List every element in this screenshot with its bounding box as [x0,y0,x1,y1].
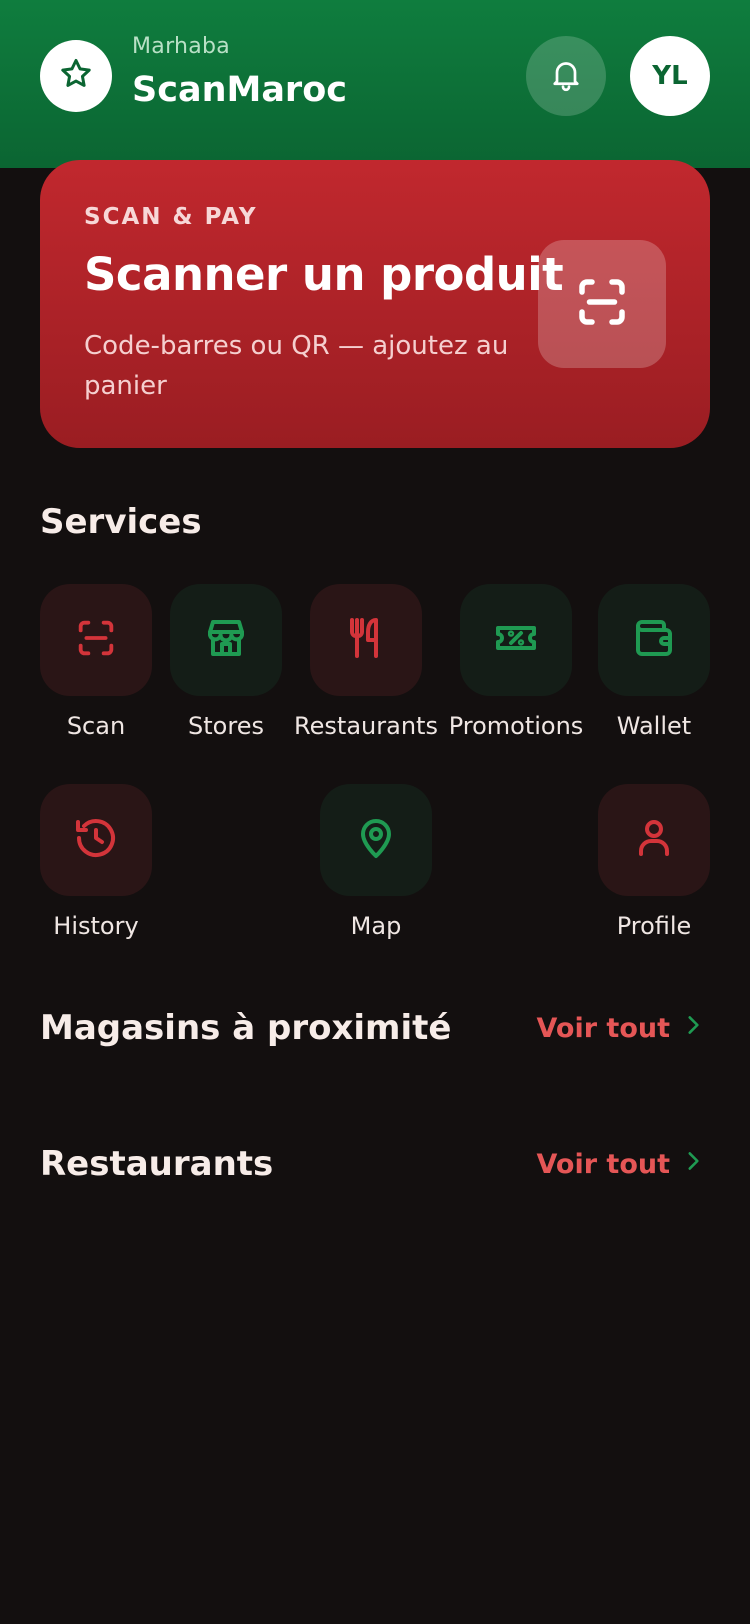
restaurants-see-all-link[interactable]: Voir tout [536,1148,706,1181]
card-title: Scanner un produit [84,248,564,301]
scan-icon [73,615,119,665]
star-icon [58,56,94,96]
utensils-icon [342,614,390,666]
notifications-button[interactable] [526,36,606,116]
scan-button[interactable] [538,240,666,368]
see-all-label: Voir tout [536,1149,670,1180]
card-subtitle: Code-barres ou QR — ajoutez au panier [84,331,509,401]
card-eyebrow: SCAN & PAY [84,204,258,230]
map-pin-icon [352,814,400,866]
see-all-label: Voir tout [536,1013,670,1044]
scan-product-card[interactable]: SCAN & PAY Scanner un produit Code-barre… [40,160,710,448]
service-wallet[interactable] [598,584,710,696]
service-promotions[interactable] [460,584,572,696]
greeting-text: Marhaba [132,34,231,59]
scan-icon [572,272,632,336]
restaurants-title: Restaurants [40,1144,274,1184]
chevron-right-icon [680,1148,706,1181]
service-label-wallet: Wallet [616,712,692,740]
bell-icon [548,56,584,96]
user-icon [630,814,678,866]
nearby-stores-title: Magasins à proximité [40,1008,452,1048]
service-restaurants[interactable] [310,584,422,696]
avatar[interactable]: YL [630,36,710,116]
app-logo[interactable] [40,40,112,112]
history-icon [72,814,120,866]
service-profile[interactable] [598,784,710,896]
ticket-percent-icon [492,614,540,666]
app-header: Marhaba ScanMaroc YL [0,0,750,168]
service-history[interactable] [40,784,152,896]
service-scan[interactable] [40,584,152,696]
service-label-profile: Profile [616,912,692,940]
chevron-right-icon [680,1012,706,1045]
store-icon [202,614,250,666]
wallet-icon [630,614,678,666]
service-label-map: Map [350,912,402,940]
service-stores[interactable] [170,584,282,696]
service-label-history: History [53,912,139,940]
services-title: Services [40,502,202,542]
app-name: ScanMaroc [132,70,347,110]
service-map[interactable] [320,784,432,896]
nearby-stores-see-all-link[interactable]: Voir tout [536,1012,706,1045]
